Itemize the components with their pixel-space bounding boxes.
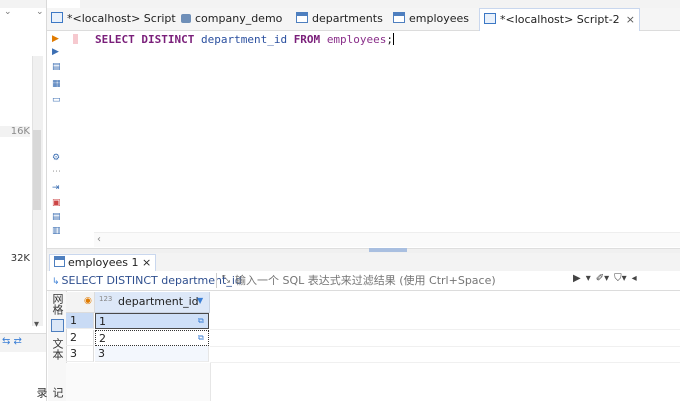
execute-statement-icon[interactable]: ▶	[52, 34, 59, 44]
splitter-grip[interactable]	[369, 248, 407, 252]
tab-localhost-script-2[interactable]: *<localhost> Script-2 ×	[479, 8, 640, 31]
format-icon[interactable]: ▤	[52, 212, 61, 222]
database-icon	[181, 14, 191, 23]
row-status-icon: ◉	[84, 296, 92, 306]
load-script-icon[interactable]: ▦	[52, 79, 61, 89]
row-number[interactable]: 3	[66, 346, 94, 362]
tab-departments[interactable]: departments	[296, 8, 383, 30]
lock-icon[interactable]: ▣	[52, 198, 61, 208]
sql-table: employees	[326, 33, 387, 46]
erase-filter-icon[interactable]: ✐▾	[596, 273, 609, 284]
table-row	[210, 346, 680, 363]
explain-plan-icon[interactable]: ▤	[52, 62, 61, 72]
table-row	[210, 330, 680, 347]
chevron-down-icon[interactable]: ⌄	[36, 7, 44, 17]
open-folder-icon[interactable]: ▭	[52, 95, 61, 105]
column-header-label: department_id	[118, 295, 199, 308]
table-cell[interactable]: 1	[95, 313, 209, 329]
grid-icon[interactable]	[51, 319, 64, 332]
tab-results-employees-1[interactable]: employees 1 ×	[49, 254, 157, 271]
active-query-text: SELECT DISTINCT department_id	[61, 274, 242, 287]
close-icon[interactable]: ×	[142, 256, 151, 269]
left-scrollbar-thumb[interactable]	[33, 130, 41, 210]
table-icon	[54, 256, 65, 267]
link-editor-icon[interactable]: ⇆ ⇄	[2, 336, 22, 347]
export-icon[interactable]: ⇥	[52, 183, 60, 193]
query-icon: ↳	[52, 277, 60, 287]
apply-filter-icon[interactable]: ▶	[573, 273, 581, 284]
close-icon[interactable]: ×	[626, 13, 635, 26]
top-toolbar-strip	[80, 0, 680, 8]
table-icon	[393, 12, 405, 23]
scroll-down-arrow-icon[interactable]: ▾	[34, 319, 39, 330]
filter-expression-input[interactable]	[221, 272, 585, 288]
tab-label: *<localhost> Script-2	[500, 13, 620, 26]
sql-keyword: SELECT DISTINCT	[95, 33, 195, 46]
grid-empty-area	[66, 363, 211, 401]
tab-label: company_demo	[195, 12, 283, 25]
chevron-down-icon[interactable]: ⌄	[4, 7, 12, 17]
results-tab-label: employees 1	[68, 256, 139, 269]
sort-dropdown-icon[interactable]: ▼	[197, 296, 203, 305]
tab-label: departments	[312, 12, 383, 25]
execute-script-icon[interactable]: ▶	[52, 47, 59, 57]
left-panel-size-label: 32K	[10, 253, 30, 264]
table-cell[interactable]: 3	[95, 346, 209, 362]
sql-column: department_id	[200, 33, 288, 46]
row-number[interactable]: 2	[66, 330, 94, 346]
table-row	[210, 313, 680, 330]
left-panel-size-label: 16K	[0, 126, 30, 137]
editor-horizontal-scrollbar[interactable]	[94, 232, 680, 247]
script-icon	[484, 13, 496, 24]
settings-icon[interactable]: ⚙	[52, 153, 60, 163]
tab-company-demo[interactable]: company_demo	[181, 8, 282, 30]
numeric-type-icon: 123	[99, 295, 113, 303]
filter-controls: ▶ ▾ ✐▾ ⛉▾ ◂	[573, 273, 642, 284]
sql-statement-line[interactable]: SELECT DISTINCT department_id FROM emplo…	[95, 33, 395, 46]
table-icon	[296, 12, 308, 23]
more-icon[interactable]: ⋯	[52, 167, 61, 177]
tab-label: *<localhost> Script	[67, 12, 176, 25]
layout-icon[interactable]: ▥	[52, 226, 61, 236]
script-icon	[51, 12, 63, 23]
sql-terminator: ;	[386, 33, 394, 46]
tab-label: employees	[409, 12, 470, 25]
open-link-icon[interactable]: ⧉	[198, 316, 204, 326]
scroll-left-arrow-icon[interactable]: ‹	[97, 234, 101, 245]
tab-localhost-script[interactable]: *<localhost> Script	[51, 8, 176, 30]
text-caret	[393, 33, 395, 45]
sql-keyword: FROM	[293, 33, 321, 46]
row-number[interactable]: 1	[66, 313, 94, 329]
error-marker	[73, 34, 78, 44]
filter-history-dropdown-icon[interactable]: ▾	[586, 273, 591, 284]
more-filter-icon[interactable]: ◂	[632, 273, 637, 284]
sql-editor[interactable]	[47, 31, 680, 249]
filter-divider	[216, 273, 217, 288]
view-tab-grid[interactable]: 网格	[49, 292, 65, 316]
filter-funnel-icon[interactable]: ⛉▾	[614, 273, 627, 284]
view-tab-record[interactable]: 记录	[35, 384, 65, 401]
table-cell[interactable]: 2	[95, 330, 209, 346]
tab-employees[interactable]: employees	[393, 8, 469, 30]
active-query-label[interactable]: ↳ SELECT DISTINCT department_id	[52, 274, 242, 287]
editor-tab-bar: *<localhost> Script company_demo departm…	[47, 8, 680, 31]
view-tab-text[interactable]: 文本	[49, 337, 65, 361]
open-link-icon[interactable]: ⧉	[198, 333, 204, 343]
